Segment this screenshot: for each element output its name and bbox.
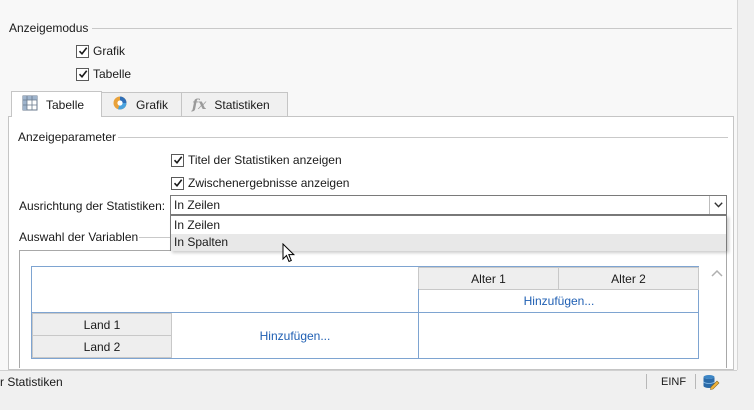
grafik-checkbox-label: Grafik bbox=[93, 44, 126, 58]
show-subtotals-checkbox[interactable] bbox=[171, 176, 184, 190]
orientation-select-value: In Zeilen bbox=[174, 198, 221, 212]
tabelle-checkbox-row[interactable]: Tabelle bbox=[76, 67, 131, 81]
add-column-link[interactable]: Hinzufügen... bbox=[524, 294, 595, 308]
display-mode-title: Anzeigemodus bbox=[9, 21, 89, 35]
chevron-up-icon[interactable] bbox=[711, 266, 723, 280]
add-row-cell: Hinzufügen... bbox=[172, 313, 419, 358]
pie-chart-icon bbox=[112, 95, 128, 114]
tab-tabelle[interactable]: Tabelle bbox=[11, 91, 102, 117]
display-params-separator bbox=[118, 137, 728, 138]
tab-tabelle-label: Tabelle bbox=[46, 97, 85, 112]
column-header-alter-1[interactable]: Alter 1 bbox=[418, 267, 559, 290]
orientation-dropdown: In Zeilen In Spalten bbox=[170, 215, 727, 251]
display-params-title: Anzeigeparameter bbox=[18, 130, 117, 144]
grafik-checkbox[interactable] bbox=[76, 44, 89, 58]
tabelle-checkbox-label: Tabelle bbox=[93, 67, 132, 81]
database-icon[interactable] bbox=[702, 373, 720, 394]
tab-statistiken[interactable]: fx Statistiken bbox=[181, 92, 288, 116]
option-in-zeilen[interactable]: In Zeilen bbox=[171, 217, 726, 234]
grafik-checkbox-row[interactable]: Grafik bbox=[76, 44, 125, 58]
orientation-label: Ausrichtung der Statistiken: bbox=[19, 199, 166, 213]
vertical-scrollbar[interactable] bbox=[708, 258, 726, 366]
show-subtotals-checkbox-label: Zwischenergebnisse anzeigen bbox=[188, 176, 350, 190]
show-title-checkbox-row[interactable]: Titel der Statistiken anzeigen bbox=[171, 153, 342, 167]
tab-grafik[interactable]: Grafik bbox=[101, 92, 182, 116]
display-mode-separator bbox=[92, 28, 732, 29]
chevron-down-icon[interactable] bbox=[709, 196, 726, 214]
status-divider-2 bbox=[695, 374, 696, 389]
option-in-spalten[interactable]: In Spalten bbox=[171, 234, 726, 251]
mouse-cursor-icon bbox=[282, 242, 296, 266]
orientation-select[interactable]: In Zeilen bbox=[170, 195, 727, 215]
column-header-alter-2[interactable]: Alter 2 bbox=[558, 267, 699, 290]
add-row-link[interactable]: Hinzufügen... bbox=[260, 329, 331, 343]
status-divider bbox=[646, 374, 647, 389]
variables-title: Auswahl der Variablen bbox=[19, 230, 139, 244]
variables-separator bbox=[139, 237, 171, 238]
insert-mode-indicator: EINF bbox=[661, 376, 687, 388]
fx-icon: fx bbox=[192, 96, 207, 113]
tab-statistiken-label: Statistiken bbox=[214, 97, 270, 112]
show-title-checkbox-label: Titel der Statistiken anzeigen bbox=[188, 153, 342, 167]
row-header-land-1[interactable]: Land 1 bbox=[32, 313, 172, 336]
tab-grafik-label: Grafik bbox=[136, 97, 169, 112]
add-column-cell: Hinzufügen... bbox=[418, 289, 699, 313]
tabelle-checkbox[interactable] bbox=[76, 67, 89, 81]
status-bar: r Statistiken EINF bbox=[0, 370, 737, 392]
row-header-land-2[interactable]: Land 2 bbox=[32, 335, 172, 358]
status-left-text: r Statistiken bbox=[0, 375, 63, 389]
pivot-grid: Alter 1 Alter 2 Hinzufügen... Land 1 Lan… bbox=[31, 266, 699, 359]
show-subtotals-checkbox-row[interactable]: Zwischenergebnisse anzeigen bbox=[171, 176, 349, 190]
table-grid-icon bbox=[22, 95, 38, 114]
show-title-checkbox[interactable] bbox=[171, 153, 184, 167]
